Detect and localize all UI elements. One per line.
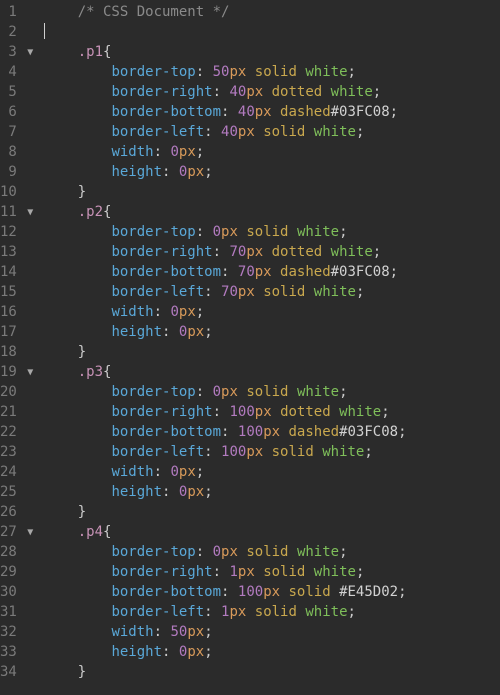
line-number: 31 xyxy=(0,602,32,622)
fold-icon[interactable]: ▼ xyxy=(25,523,35,543)
code-line[interactable]: .p4{ xyxy=(44,522,500,542)
code-line[interactable]: .p2{ xyxy=(44,202,500,222)
code-line[interactable]: } xyxy=(44,502,500,522)
fold-icon[interactable]: ▼ xyxy=(25,363,35,383)
code-line[interactable]: border-left: 40px solid white; xyxy=(44,122,500,142)
code-line[interactable] xyxy=(44,22,500,42)
line-number: 10 xyxy=(0,182,32,202)
code-line[interactable]: border-left: 1px solid white; xyxy=(44,602,500,622)
code-line[interactable]: height: 0px; xyxy=(44,642,500,662)
code-line[interactable]: } xyxy=(44,342,500,362)
code-line[interactable]: height: 0px; xyxy=(44,482,500,502)
line-number: 30 xyxy=(0,582,32,602)
code-line[interactable]: width: 50px; xyxy=(44,622,500,642)
code-line[interactable]: border-top: 0px solid white; xyxy=(44,382,500,402)
code-line[interactable]: border-top: 50px solid white; xyxy=(44,62,500,82)
line-number: 20 xyxy=(0,382,32,402)
line-number: 19 ▼ xyxy=(0,362,32,382)
code-line[interactable]: height: 0px; xyxy=(44,162,500,182)
line-number: 32 xyxy=(0,622,32,642)
code-line[interactable]: } xyxy=(44,182,500,202)
code-line[interactable]: .p1{ xyxy=(44,42,500,62)
line-number: 4 xyxy=(0,62,32,82)
line-number: 6 xyxy=(0,102,32,122)
line-number: 28 xyxy=(0,542,32,562)
line-number: 21 xyxy=(0,402,32,422)
fold-icon[interactable]: ▼ xyxy=(25,203,35,223)
line-number: 25 xyxy=(0,482,32,502)
code-line[interactable]: width: 0px; xyxy=(44,302,500,322)
code-line[interactable]: border-bottom: 100px solid #E45D02; xyxy=(44,582,500,602)
line-number: 33 xyxy=(0,642,32,662)
code-line[interactable]: border-right: 70px dotted white; xyxy=(44,242,500,262)
line-number: 11 ▼ xyxy=(0,202,32,222)
code-editor: 1 2 3 ▼ 4 5 6 7 8 9 10 11 ▼12 13 14 15 1… xyxy=(0,0,500,684)
text-cursor xyxy=(44,23,45,39)
code-line[interactable]: border-bottom: 70px dashed#03FC08; xyxy=(44,262,500,282)
line-number: 12 xyxy=(0,222,32,242)
code-line[interactable]: width: 0px; xyxy=(44,142,500,162)
line-number: 8 xyxy=(0,142,32,162)
code-line[interactable]: width: 0px; xyxy=(44,462,500,482)
code-line[interactable]: .p3{ xyxy=(44,362,500,382)
code-line[interactable]: border-top: 0px solid white; xyxy=(44,542,500,562)
line-number: 3 ▼ xyxy=(0,42,32,62)
code-line[interactable]: border-bottom: 40px dashed#03FC08; xyxy=(44,102,500,122)
code-line[interactable]: /* CSS Document */ xyxy=(44,2,500,22)
line-number: 14 xyxy=(0,262,32,282)
code-line[interactable]: border-top: 0px solid white; xyxy=(44,222,500,242)
code-line[interactable]: border-left: 70px solid white; xyxy=(44,282,500,302)
code-line[interactable]: border-right: 1px solid white; xyxy=(44,562,500,582)
line-number: 16 xyxy=(0,302,32,322)
line-number: 29 xyxy=(0,562,32,582)
line-number: 5 xyxy=(0,82,32,102)
line-number: 1 xyxy=(0,2,32,22)
line-number: 7 xyxy=(0,122,32,142)
line-number: 18 xyxy=(0,342,32,362)
code-line[interactable]: } xyxy=(44,662,500,682)
fold-icon[interactable]: ▼ xyxy=(25,43,35,63)
line-number: 9 xyxy=(0,162,32,182)
line-number: 27 ▼ xyxy=(0,522,32,542)
line-number: 15 xyxy=(0,282,32,302)
line-number: 13 xyxy=(0,242,32,262)
code-line[interactable]: border-left: 100px solid white; xyxy=(44,442,500,462)
line-number: 17 xyxy=(0,322,32,342)
line-number: 26 xyxy=(0,502,32,522)
code-line[interactable]: border-right: 100px dotted white; xyxy=(44,402,500,422)
line-number: 34 xyxy=(0,662,32,682)
line-number: 2 xyxy=(0,22,32,42)
code-line[interactable]: border-bottom: 100px dashed#03FC08; xyxy=(44,422,500,442)
code-line[interactable]: border-right: 40px dotted white; xyxy=(44,82,500,102)
line-number: 24 xyxy=(0,462,32,482)
line-number: 23 xyxy=(0,442,32,462)
code-line[interactable]: height: 0px; xyxy=(44,322,500,342)
line-number: 22 xyxy=(0,422,32,442)
line-number-gutter: 1 2 3 ▼ 4 5 6 7 8 9 10 11 ▼12 13 14 15 1… xyxy=(0,0,36,684)
code-area[interactable]: /* CSS Document */ .p1{ border-top: 50px… xyxy=(36,0,500,684)
